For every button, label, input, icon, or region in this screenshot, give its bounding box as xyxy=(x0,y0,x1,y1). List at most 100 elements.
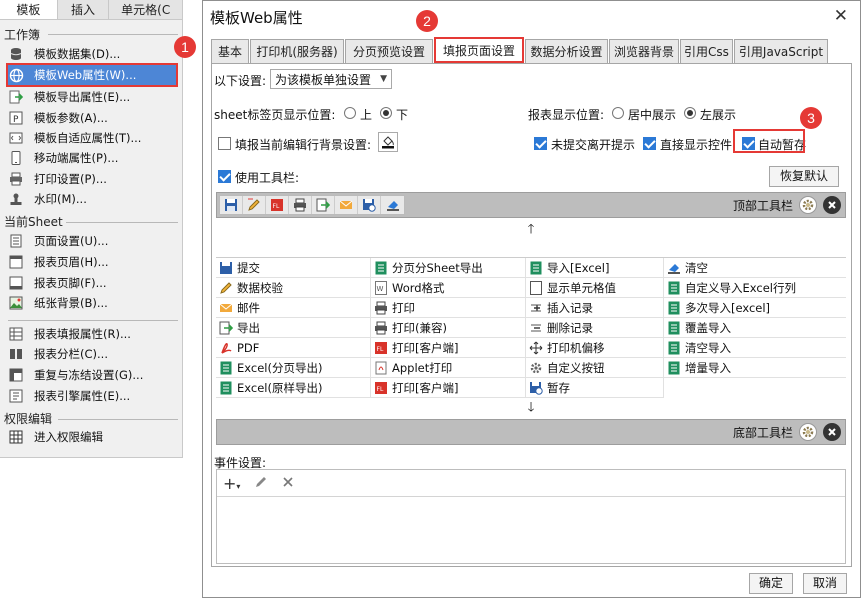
web-property-dialog: 模板Web属性 ✕ 基本 打印机(服务器) 分页预览设置 填报页面设置 数据分析… xyxy=(202,0,861,598)
list-item[interactable]: 邮件 xyxy=(216,298,371,318)
direct-show-checkbox[interactable] xyxy=(643,137,656,150)
list-item[interactable]: 自定义按钮 xyxy=(526,358,664,378)
chevron-down-icon: ▼ xyxy=(380,74,387,84)
list-item[interactable]: 删除记录 xyxy=(526,318,664,338)
menu-item-label: 报表页脚(F)... xyxy=(34,276,107,290)
mail-icon[interactable] xyxy=(335,196,358,214)
tab-browser-bg[interactable]: 浏览器背景 xyxy=(609,39,679,63)
menu-item-page-setup[interactable]: 页面设置(U)... xyxy=(8,231,176,251)
menu-item-web-property[interactable]: 模板Web属性(W)... xyxy=(6,63,178,87)
list-item[interactable]: 清空导入 xyxy=(664,338,846,358)
tab-bar: 基本 打印机(服务器) 分页预览设置 填报页面设置 数据分析设置 浏览器背景 引… xyxy=(211,37,829,63)
list-item[interactable]: 分页分Sheet导出 xyxy=(371,258,526,278)
menu-item-footer[interactable]: 报表页脚(F)... xyxy=(8,273,176,293)
list-item[interactable]: 暂存 xyxy=(526,378,664,398)
list-item[interactable]: 显示单元格值 xyxy=(526,278,664,298)
save-icon[interactable] xyxy=(220,196,243,214)
menu-item-columns[interactable]: 报表分栏(C)... xyxy=(8,344,176,364)
list-item[interactable]: Applet打印 xyxy=(371,358,526,378)
list-item[interactable]: PDF xyxy=(216,338,371,358)
remove-icon[interactable] xyxy=(823,196,841,214)
list-item[interactable]: FL 打印[客户端] xyxy=(371,378,526,398)
list-item[interactable]: 导入[Excel] xyxy=(526,258,664,278)
tab-insert[interactable]: 插入 xyxy=(58,0,110,19)
pencil-icon[interactable] xyxy=(254,475,268,492)
radio-top[interactable] xyxy=(344,107,356,119)
use-toolbar-checkbox[interactable] xyxy=(218,170,231,183)
list-item[interactable]: 自定义导入Excel行列 xyxy=(664,278,846,298)
list-item-label: Applet打印 xyxy=(392,360,453,375)
list-item[interactable]: FL 打印[客户端] xyxy=(371,338,526,358)
add-icon[interactable]: +▾ xyxy=(223,474,240,493)
edit-icon[interactable] xyxy=(243,196,266,214)
radio-left[interactable] xyxy=(684,107,696,119)
list-item[interactable]: 数据校验 xyxy=(216,278,371,298)
divider xyxy=(8,320,178,321)
delete-icon[interactable] xyxy=(282,476,294,491)
list-item[interactable]: 打印 xyxy=(371,298,526,318)
menu-item-print-setting[interactable]: 打印设置(P)... xyxy=(8,169,176,189)
list-item[interactable]: Excel(原样导出) xyxy=(216,378,371,398)
tab-basic[interactable]: 基本 xyxy=(211,39,249,63)
menu-item-parameter[interactable]: P 模板参数(A)... xyxy=(8,108,176,128)
gear-icon[interactable] xyxy=(799,423,817,441)
list-item[interactable]: 插入记录 xyxy=(526,298,664,318)
menu-item-export-property[interactable]: 模板导出属性(E)... xyxy=(8,87,176,107)
ok-button[interactable]: 确定 xyxy=(749,573,793,594)
tab-ref-javascript[interactable]: 引用JavaScript xyxy=(734,39,828,63)
tab-fill-page[interactable]: 填报页面设置 xyxy=(434,37,524,63)
menu-item-paper-bg[interactable]: 纸张背景(B)... xyxy=(8,293,176,313)
menu-item-mobile[interactable]: 移动端属性(P)... xyxy=(8,148,176,168)
menu-item-permission-edit[interactable]: 进入权限编辑 xyxy=(8,427,176,447)
radio-bottom[interactable] xyxy=(380,107,392,119)
callout-2: 2 xyxy=(416,10,438,32)
menu-item-label: 重复与冻结设置(G)... xyxy=(34,368,144,382)
clear-icon[interactable] xyxy=(381,196,404,214)
menu-item-label: 报表填报属性(R)... xyxy=(34,327,131,341)
menu-item-dataset[interactable]: 模板数据集(D)... xyxy=(8,44,176,64)
menu-item-watermark[interactable]: 水印(M)... xyxy=(8,189,176,209)
list-item[interactable]: 导出 xyxy=(216,318,371,338)
pdf-export-icon[interactable]: FL xyxy=(266,196,289,214)
event-list[interactable]: +▾ xyxy=(216,469,846,564)
list-item[interactable]: 多次导入[excel] xyxy=(664,298,846,318)
schedule-save-icon[interactable] xyxy=(358,196,381,214)
list-item[interactable]: 打印(兼容) xyxy=(371,318,526,338)
adaptive-icon xyxy=(8,130,24,146)
menu-item-engine[interactable]: 报表引擎属性(E)... xyxy=(8,386,176,406)
gear-icon[interactable] xyxy=(799,196,817,214)
list-item[interactable]: W Word格式 xyxy=(371,278,526,298)
settings-select[interactable]: 为该模板单独设置 ▼ xyxy=(270,69,392,89)
menu-item-fill-property[interactable]: 报表填报属性(R)... xyxy=(8,324,176,344)
menu-item-adaptive[interactable]: 模板自适应属性(T)... xyxy=(8,128,176,148)
list-item[interactable]: Excel(分页导出) xyxy=(216,358,371,378)
cancel-button[interactable]: 取消 xyxy=(803,573,847,594)
tab-ref-css[interactable]: 引用Css xyxy=(680,39,733,63)
tab-page-preview[interactable]: 分页预览设置 xyxy=(345,39,433,63)
list-item[interactable]: 提交 xyxy=(216,258,371,278)
move-down-arrow-icon[interactable]: 🡓 xyxy=(216,400,846,418)
export-icon[interactable] xyxy=(312,196,335,214)
print-icon[interactable] xyxy=(289,196,312,214)
close-icon[interactable]: ✕ xyxy=(834,6,848,26)
menu-item-header[interactable]: 报表页眉(H)... xyxy=(8,252,176,272)
move-up-arrow-icon[interactable]: 🡑 xyxy=(216,222,846,240)
tab-cell[interactable]: 单元格(C xyxy=(109,0,182,19)
list-item[interactable]: 清空 xyxy=(664,258,846,278)
list-item[interactable]: 增量导入 xyxy=(664,358,846,378)
move-icon xyxy=(528,340,544,356)
restore-default-button[interactable]: 恢复默认 xyxy=(769,166,839,187)
bottom-toolbar-label: 底部工具栏 xyxy=(732,425,793,440)
unsubmitted-checkbox[interactable] xyxy=(534,137,547,150)
tab-data-analysis[interactable]: 数据分析设置 xyxy=(525,39,608,63)
tab-template[interactable]: 模板 xyxy=(0,0,58,19)
bg-setting-checkbox[interactable] xyxy=(218,137,231,150)
remove-icon[interactable] xyxy=(823,423,841,441)
menu-item-freeze[interactable]: 重复与冻结设置(G)... xyxy=(8,365,176,385)
list-item[interactable]: 打印机偏移 xyxy=(526,338,664,358)
radio-center[interactable] xyxy=(612,107,624,119)
list-item-label: 删除记录 xyxy=(547,320,593,335)
tab-printer-server[interactable]: 打印机(服务器) xyxy=(250,39,344,63)
list-item[interactable]: 覆盖导入 xyxy=(664,318,846,338)
paint-bucket-button[interactable] xyxy=(378,132,398,152)
